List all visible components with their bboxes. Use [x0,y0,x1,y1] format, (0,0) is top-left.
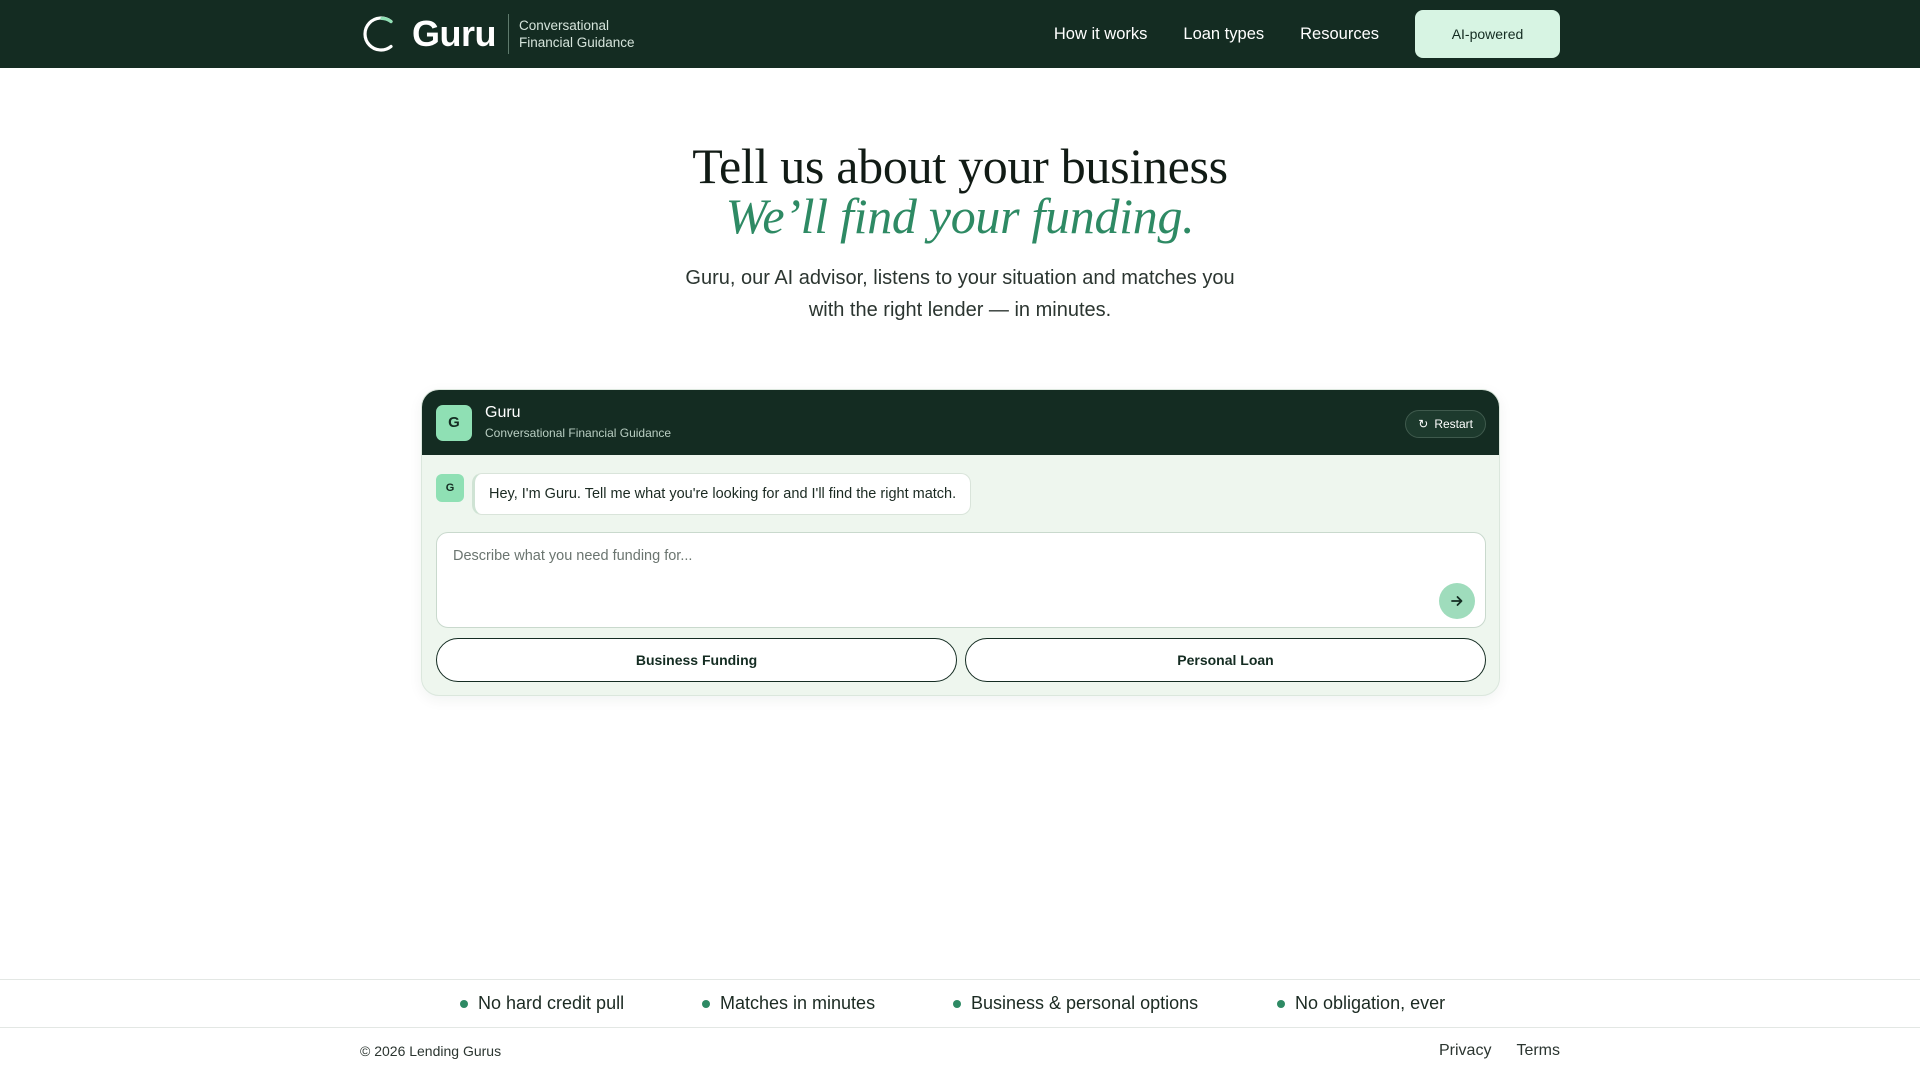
guru-logo-icon [363,16,393,52]
option-personal-loan-button[interactable]: Personal Loan [965,638,1486,682]
chat-message: G Hey, I'm Guru. Tell me what you're loo… [436,473,972,515]
brand-tagline: Conversational Financial Guidance [519,17,635,51]
brand-name: Guru [412,13,497,54]
brand-tagline-line1: Conversational [519,18,610,33]
nav-link-loan-types[interactable]: Loan types [1183,25,1264,44]
feature-bullet-icon [1277,999,1285,1008]
footer-links: Privacy Terms [1414,1042,1560,1060]
footer-link-terms[interactable]: Terms [1516,1042,1560,1060]
chat-assistant-name: Guru [485,404,521,421]
footer: © 2026 Lending Gurus Privacy Terms [360,1028,1560,1074]
feature-label: Matches in minutes [720,993,876,1013]
send-button[interactable] [1439,583,1475,619]
footer-link-privacy[interactable]: Privacy [1439,1042,1491,1060]
feature-bullet-icon [702,999,710,1008]
brand-tagline-line2: Financial Guidance [519,35,635,50]
restart-icon: ↻ [1418,417,1429,431]
hero-subtitle: Guru, our AI advisor, listens to your si… [685,267,1235,321]
hero-title-main: Tell us about your business [692,138,1228,194]
feature-bullet-icon [953,999,961,1008]
copyright-text: © 2026 Lending Gurus [360,1043,502,1059]
guru-avatar: G [436,404,472,441]
option-business-funding-button[interactable]: Business Funding [436,638,957,682]
feature-item: Business & personal options [953,980,1198,1027]
feature-label: No hard credit pull [478,993,625,1013]
chat-header: G Guru Conversational Financial Guidance… [422,390,1499,455]
funding-input-wrapper [436,532,1486,628]
main-nav: How it works Loan types Resources AI-pow… [1054,10,1560,58]
restart-label: Restart [1434,417,1473,431]
feature-item: No obligation, ever [1277,980,1445,1027]
brand-divider [508,14,509,54]
hero-title-accent: We’ll find your funding. [725,188,1195,244]
ai-powered-button[interactable]: AI-powered [1415,10,1560,58]
top-navbar: Guru Conversational Financial Guidance H… [0,0,1920,68]
features-strip: No hard credit pull Matches in minutes B… [0,979,1920,1028]
feature-item: Matches in minutes [702,980,875,1027]
feature-label: Business & personal options [971,993,1199,1013]
nav-link-how-it-works[interactable]: How it works [1054,25,1148,44]
restart-button[interactable]: ↻ Restart [1405,410,1486,438]
feature-item: No hard credit pull [460,980,624,1027]
chat-assistant-description: Conversational Financial Guidance [485,426,672,440]
brand[interactable]: Guru Conversational Financial Guidance [360,13,635,55]
message-avatar: G [436,474,464,502]
chat-card: G Guru Conversational Financial Guidance… [421,389,1500,696]
arrow-right-icon [1451,596,1463,606]
feature-bullet-icon [460,999,468,1008]
feature-label: No obligation, ever [1295,993,1446,1013]
message-bubble: Hey, I'm Guru. Tell me what you're looki… [472,473,972,515]
funding-description-input[interactable] [437,533,1485,627]
nav-link-resources[interactable]: Resources [1300,25,1379,44]
top-navbar-inner: Guru Conversational Financial Guidance H… [360,0,1560,68]
quick-options: Business Funding Personal Loan [436,638,1486,682]
chat-header-text: Guru Conversational Financial Guidance [485,403,671,442]
hero-section: Tell us about your business We’ll find y… [0,140,1920,326]
hero-title: Tell us about your business We’ll find y… [0,138,1920,244]
